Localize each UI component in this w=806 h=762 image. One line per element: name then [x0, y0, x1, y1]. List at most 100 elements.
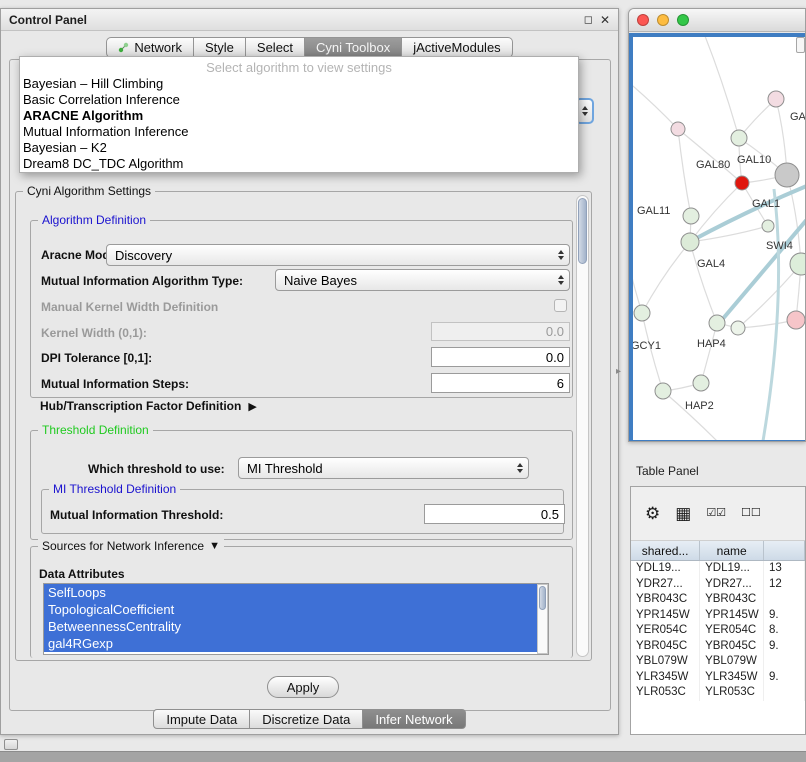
- mi-steps-label: Mutual Information Steps:: [41, 377, 189, 391]
- network-node[interactable]: [787, 311, 805, 329]
- kernel-width-field[interactable]: 0.0: [431, 322, 570, 341]
- network-canvas[interactable]: GAL7GAL80GAL10GAL11GAL1SWI4GAL4GCY1HAP4H…: [633, 37, 806, 440]
- cell: YLR053C: [631, 685, 700, 701]
- network-node[interactable]: [731, 130, 747, 146]
- tab-network[interactable]: Network: [106, 37, 194, 58]
- network-node-label: GAL4: [697, 258, 725, 270]
- network-edge[interactable]: [633, 247, 642, 313]
- column-header-extra[interactable]: [764, 541, 805, 560]
- restore-panel-icon[interactable]: [4, 739, 18, 750]
- aracne-mode-select[interactable]: Discovery: [106, 244, 570, 266]
- network-edge[interactable]: [633, 81, 678, 129]
- show-columns-icon[interactable]: ▦: [675, 505, 691, 522]
- table-row[interactable]: YLR345W YLR345W 9.: [631, 670, 805, 686]
- tab-cyni-toolbox[interactable]: Cyni Toolbox: [305, 37, 402, 58]
- attribute-item[interactable]: SelfLoops: [44, 584, 537, 601]
- network-edge[interactable]: [690, 242, 717, 323]
- mi-steps-field[interactable]: 6: [431, 373, 570, 393]
- dropdown-item[interactable]: Bayesian – K2: [20, 140, 578, 156]
- network-node[interactable]: [775, 163, 799, 187]
- tab-discretize-data[interactable]: Discretize Data: [250, 709, 363, 729]
- network-node[interactable]: [790, 253, 806, 275]
- tab-infer-network[interactable]: Infer Network: [363, 709, 465, 729]
- network-node[interactable]: [731, 321, 745, 335]
- network-edge[interactable]: [678, 129, 691, 216]
- tab-style[interactable]: Style: [194, 37, 246, 58]
- network-tab-icon: [118, 42, 129, 53]
- network-edge[interactable]: [663, 391, 717, 440]
- network-node[interactable]: [681, 233, 699, 251]
- network-node[interactable]: [671, 122, 685, 136]
- network-node[interactable]: [768, 91, 784, 107]
- dropdown-item[interactable]: Dream8 DC_TDC Algorithm: [20, 156, 578, 172]
- column-header-name[interactable]: name: [700, 541, 764, 560]
- settings-gear-icon[interactable]: ⚙: [645, 505, 660, 522]
- attribute-item[interactable]: gal4RGexp: [44, 635, 537, 652]
- select-all-rows-icon[interactable]: ☑☑: [706, 508, 726, 519]
- dropdown-item[interactable]: Basic Correlation Inference: [20, 92, 578, 108]
- attributes-scrollbar-thumb[interactable]: [539, 586, 546, 610]
- mi-steps-value: 6: [557, 376, 564, 391]
- settings-scrollbar[interactable]: [576, 195, 589, 657]
- network-scrollbar[interactable]: [796, 37, 805, 53]
- cell: YBR043C: [631, 592, 700, 608]
- network-node[interactable]: [693, 375, 709, 391]
- network-edge[interactable]: [642, 242, 690, 313]
- network-node[interactable]: [634, 305, 650, 321]
- dpi-tolerance-field[interactable]: 0.0: [431, 347, 570, 367]
- settings-scrollbar-thumb[interactable]: [578, 198, 587, 264]
- network-edge[interactable]: [642, 313, 663, 391]
- cell: YER054C: [631, 623, 700, 639]
- deselect-all-rows-icon[interactable]: ☐☐: [741, 508, 761, 519]
- mi-threshold-field[interactable]: 0.5: [424, 504, 565, 524]
- network-graph[interactable]: GAL7GAL80GAL10GAL11GAL1SWI4GAL4GCY1HAP4H…: [633, 37, 806, 440]
- cell: [764, 685, 805, 701]
- attribute-item[interactable]: TopologicalCoefficient: [44, 601, 537, 618]
- network-node-label: GAL10: [737, 154, 771, 166]
- network-node[interactable]: [683, 208, 699, 224]
- network-node[interactable]: [762, 220, 774, 232]
- network-edge[interactable]: [701, 323, 717, 383]
- zoom-window-icon[interactable]: [677, 14, 689, 26]
- network-node[interactable]: [655, 383, 671, 399]
- threshold-definition-group: Threshold Definition Which threshold to …: [30, 430, 573, 540]
- table-row[interactable]: YDR27... YDR27... 12: [631, 577, 805, 593]
- apply-button[interactable]: Apply: [267, 676, 339, 698]
- close-panel-icon[interactable]: ✕: [600, 13, 610, 27]
- table-row[interactable]: YPR145W YPR145W 9.: [631, 608, 805, 624]
- hub-definition-toggle[interactable]: Hub/Transcription Factor Definition ▶: [40, 399, 257, 413]
- table-row[interactable]: YBL079W YBL079W: [631, 654, 805, 670]
- table-row[interactable]: YBR043C YBR043C: [631, 592, 805, 608]
- cell: YPR145W: [631, 608, 700, 624]
- mi-algorithm-type-select[interactable]: Naive Bayes: [275, 269, 570, 291]
- attribute-item[interactable]: BetweennessCentrality: [44, 618, 537, 635]
- mi-threshold-value: 0.5: [541, 507, 559, 522]
- close-window-icon[interactable]: [637, 14, 649, 26]
- network-node[interactable]: [709, 315, 725, 331]
- table-row[interactable]: YDL19... YDL19... 13: [631, 561, 805, 577]
- minimize-window-icon[interactable]: [657, 14, 669, 26]
- dropdown-item[interactable]: Bayesian – Hill Climbing: [20, 76, 578, 92]
- table-row[interactable]: YLR053C YLR053C: [631, 685, 805, 701]
- sources-group: Sources for Network Inference ▼ Data Att…: [30, 546, 573, 658]
- dropdown-item[interactable]: Mutual Information Inference: [20, 124, 578, 140]
- table-row[interactable]: YER054C YER054C 8.: [631, 623, 805, 639]
- threshold-definition-title: Threshold Definition: [38, 423, 153, 437]
- tab-impute-data[interactable]: Impute Data: [153, 709, 250, 729]
- sources-toggle[interactable]: Sources for Network Inference ▼: [38, 539, 224, 553]
- float-panel-icon[interactable]: ◻: [584, 13, 593, 26]
- panel-divider-handle[interactable]: ▸: [616, 366, 621, 377]
- threshold-type-select[interactable]: MI Threshold: [238, 457, 529, 479]
- tab-jactivemodules[interactable]: jActiveModules: [402, 37, 512, 58]
- attributes-scrollbar[interactable]: [537, 584, 548, 654]
- cell: YBL079W: [631, 654, 700, 670]
- network-node[interactable]: [735, 176, 749, 190]
- network-node-label: SWI4: [766, 240, 793, 252]
- tab-select[interactable]: Select: [246, 37, 305, 58]
- network-edge[interactable]: [703, 37, 739, 138]
- column-header-shared-name[interactable]: shared...: [631, 541, 700, 560]
- table-row[interactable]: YBR045C YBR045C 9.: [631, 639, 805, 655]
- dropdown-item-selected[interactable]: ARACNE Algorithm: [20, 108, 578, 124]
- manual-kernel-checkbox[interactable]: [554, 299, 567, 312]
- network-edge[interactable]: [693, 185, 806, 240]
